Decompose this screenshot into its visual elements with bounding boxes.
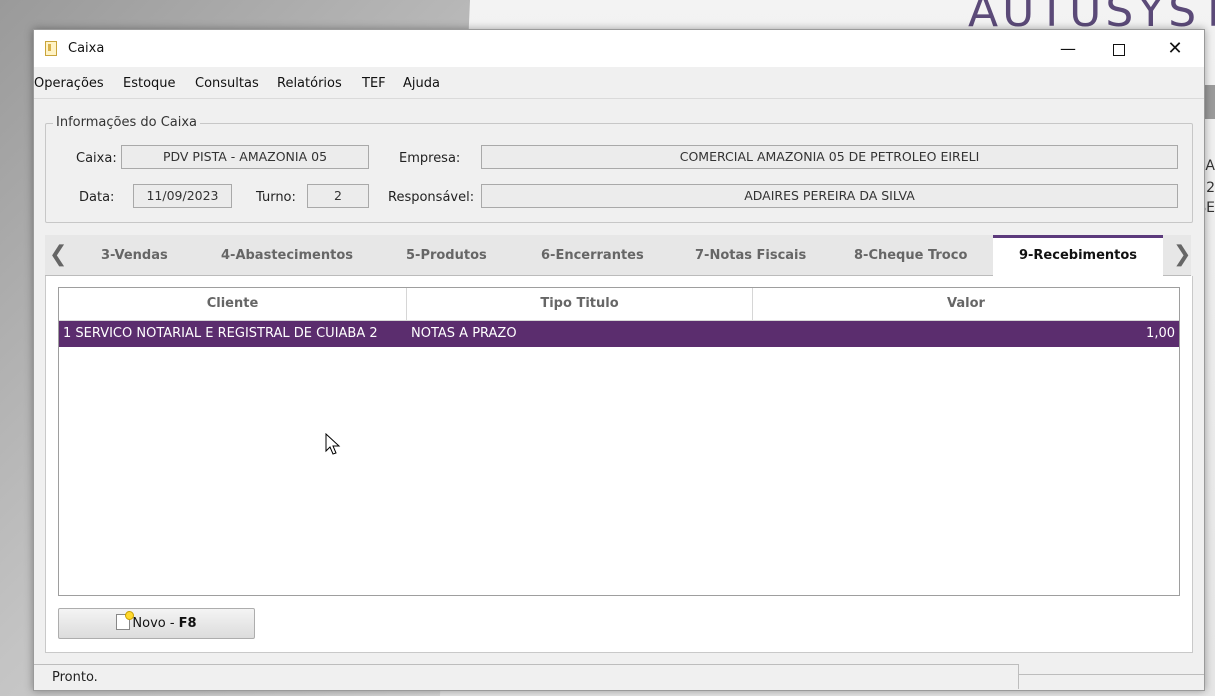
empresa-label: Empresa: — [399, 151, 461, 166]
turno-label: Turno: — [256, 190, 296, 205]
novo-button[interactable]: Novo - F8 — [58, 608, 255, 639]
app-icon — [45, 41, 57, 56]
data-field[interactable]: 11/09/2023 — [133, 184, 232, 208]
recebimentos-panel: Cliente Tipo Titulo Valor 1 SERVICO NOTA… — [45, 276, 1193, 653]
tab-recebimentos[interactable]: 9-Recebimentos — [993, 235, 1163, 276]
caixa-field[interactable]: PDV PISTA - AMAZONIA 05 — [121, 145, 369, 169]
table-row[interactable]: 1 SERVICO NOTARIAL E REGISTRAL DE CUIABA… — [59, 321, 1179, 347]
new-document-icon — [116, 611, 135, 630]
grid-header: Cliente Tipo Titulo Valor — [59, 288, 1179, 321]
menu-ajuda[interactable]: Ajuda — [403, 76, 440, 91]
maximize-icon — [1113, 43, 1125, 56]
novo-button-shortcut: F8 — [178, 616, 197, 631]
column-header-cliente[interactable]: Cliente — [59, 288, 407, 320]
status-text: Pronto. — [52, 670, 98, 685]
background-side-text: 2 — [1206, 180, 1215, 196]
turno-field[interactable]: 2 — [307, 184, 369, 208]
novo-button-label: Novo - — [132, 616, 179, 631]
tab-encerrantes[interactable]: 6-Encerrantes — [541, 248, 644, 263]
caixa-window: Caixa — ✕ Operações Estoque Consultas Re… — [33, 29, 1205, 691]
column-header-tipo-titulo[interactable]: Tipo Titulo — [407, 288, 753, 320]
menu-bar: Operações Estoque Consultas Relatórios T… — [34, 68, 1204, 99]
tab-produtos[interactable]: 5-Produtos — [406, 248, 487, 263]
window-title: Caixa — [68, 41, 105, 56]
caixa-info-group: Informações do Caixa Caixa: PDV PISTA - … — [45, 115, 1193, 223]
menu-consultas[interactable]: Consultas — [195, 76, 259, 91]
column-header-valor[interactable]: Valor — [753, 288, 1179, 320]
tab-notas-fiscais[interactable]: 7-Notas Fiscais — [695, 248, 806, 263]
title-bar[interactable]: Caixa — ✕ — [34, 30, 1204, 67]
caixa-label: Caixa: — [76, 151, 117, 166]
group-legend: Informações do Caixa — [53, 115, 201, 130]
cell-tipo-titulo: NOTAS A PRAZO — [411, 326, 517, 341]
recebimentos-grid[interactable]: Cliente Tipo Titulo Valor 1 SERVICO NOTA… — [58, 287, 1180, 596]
mouse-cursor-icon — [325, 433, 341, 455]
cell-cliente: 1 SERVICO NOTARIAL E REGISTRAL DE CUIABA… — [63, 326, 378, 341]
tab-abastecimentos[interactable]: 4-Abastecimentos — [221, 248, 353, 263]
tab-scroll-right-icon[interactable]: ❯ — [1173, 244, 1191, 266]
minimize-button[interactable]: — — [1045, 30, 1091, 67]
status-bar: Pronto. — [34, 664, 1019, 689]
status-bar-panel — [1019, 674, 1204, 689]
menu-estoque[interactable]: Estoque — [123, 76, 176, 91]
responsavel-field[interactable]: ADAIRES PEREIRA DA SILVA — [481, 184, 1178, 208]
close-button[interactable]: ✕ — [1152, 30, 1198, 67]
tab-cheque-troco[interactable]: 8-Cheque Troco — [854, 248, 967, 263]
menu-operacoes[interactable]: Operações — [34, 76, 104, 91]
empresa-field[interactable]: COMERCIAL AMAZONIA 05 DE PETROLEO EIRELI — [481, 145, 1178, 169]
responsavel-label: Responsável: — [388, 190, 475, 205]
menu-tef[interactable]: TEF — [362, 76, 386, 91]
tab-scroll-left-icon[interactable]: ❮ — [49, 244, 67, 266]
menu-relatorios[interactable]: Relatórios — [277, 76, 342, 91]
maximize-button[interactable] — [1096, 30, 1142, 67]
tab-bar: ❮ 3-Vendas 4-Abastecimentos 5-Produtos 6… — [45, 235, 1191, 276]
tab-vendas[interactable]: 3-Vendas — [101, 248, 168, 263]
cell-valor: 1,00 — [1146, 326, 1175, 341]
data-label: Data: — [79, 190, 115, 205]
